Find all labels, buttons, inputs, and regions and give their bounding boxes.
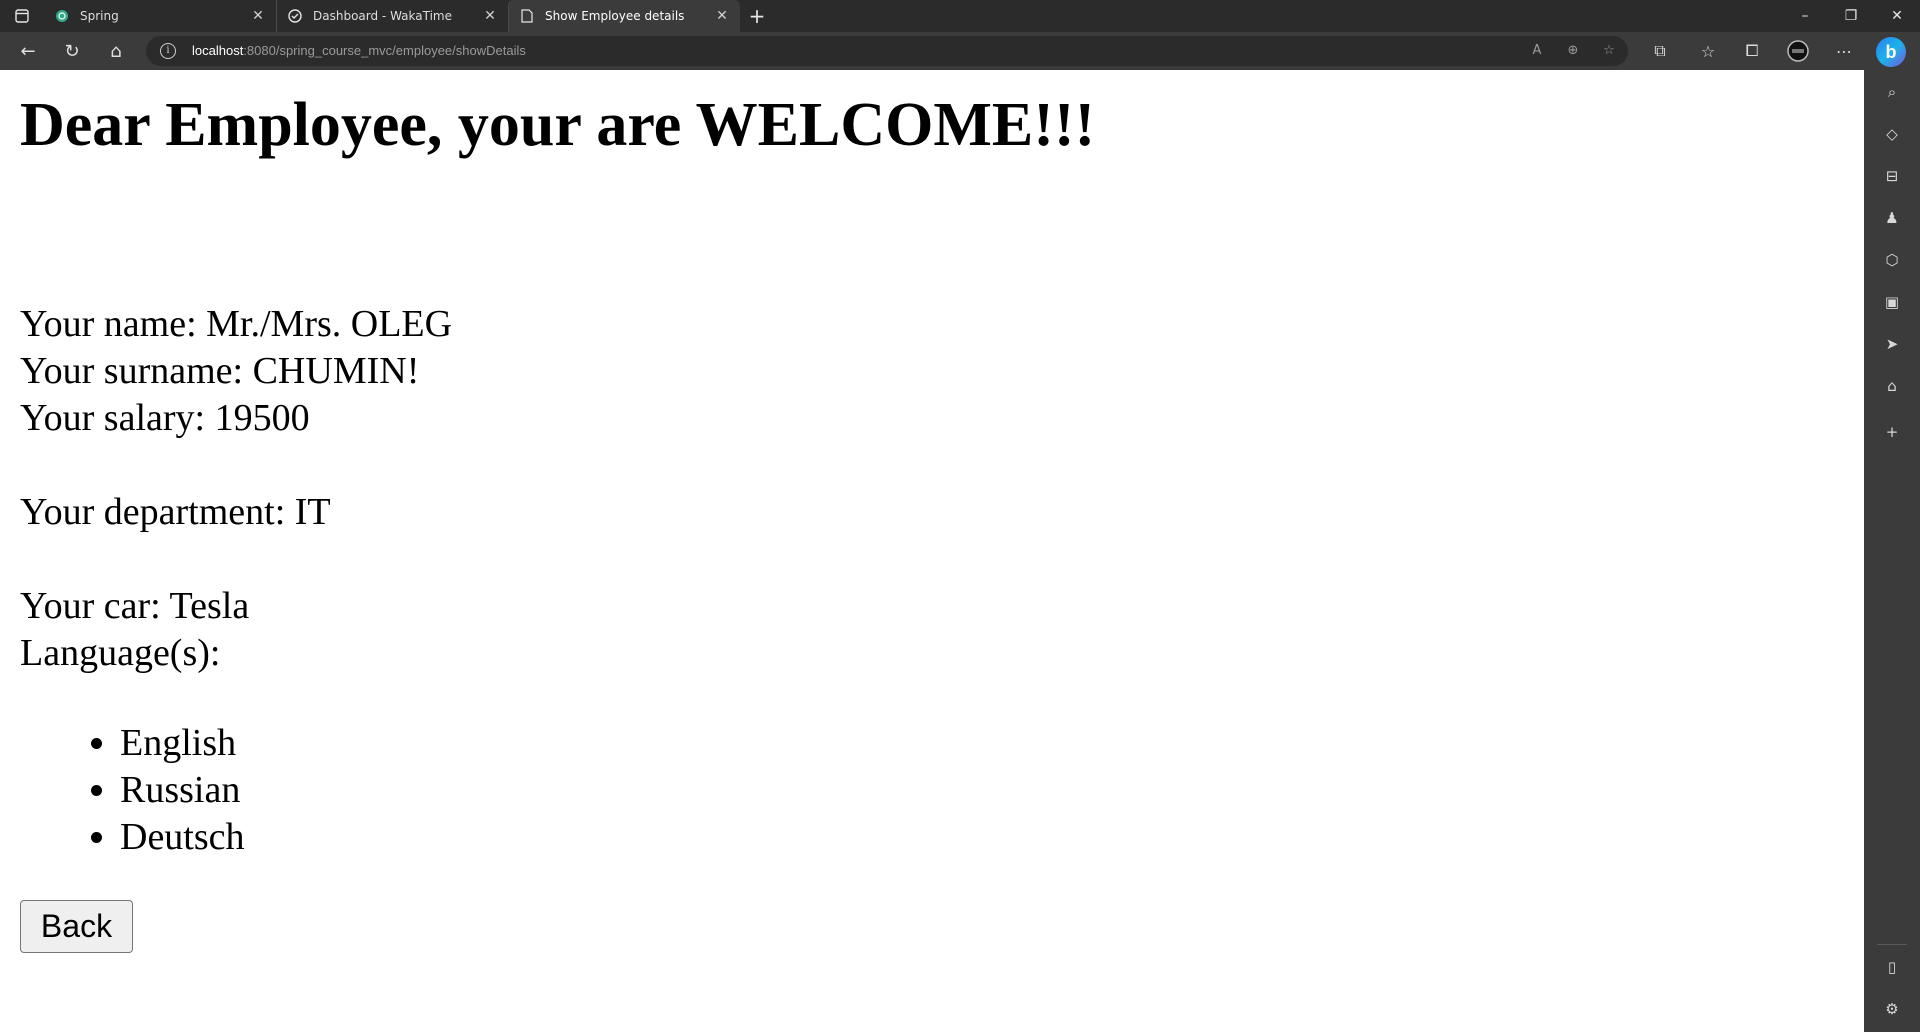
address-bar[interactable]: i localhost:8080/spring_course_mvc/emplo…: [146, 36, 1628, 66]
new-tab-icon[interactable]: +: [740, 0, 774, 32]
page-content: Dear Employee, your are WELCOME!!! Your …: [0, 70, 1864, 1032]
tab-spring[interactable]: Spring ✕: [44, 0, 276, 32]
languages-label: Language(s):: [20, 632, 221, 674]
read-aloud-icon[interactable]: A: [1526, 41, 1548, 61]
zoom-icon[interactable]: ⊕: [1562, 41, 1584, 61]
salary-line: Your salary: 19500: [20, 397, 310, 439]
tools-icon[interactable]: ⊟: [1878, 162, 1906, 190]
list-item: English: [120, 720, 245, 767]
name-line: Your name: Mr./Mrs. OLEG: [20, 303, 453, 345]
close-icon[interactable]: ✕: [714, 8, 730, 24]
tab-wakatime[interactable]: Dashboard - WakaTime ✕: [276, 0, 508, 32]
games-icon[interactable]: ♟: [1878, 204, 1906, 232]
tab-bar: Spring ✕ Dashboard - WakaTime ✕ Show Emp…: [0, 0, 1920, 32]
navigation-bar: ← ↻ ⌂ i localhost:8080/spring_course_mvc…: [0, 32, 1920, 70]
sidebar-divider: [1877, 944, 1907, 945]
profile-avatar[interactable]: [1784, 38, 1812, 64]
tab-actions-icon[interactable]: [0, 0, 44, 32]
copilot-icon[interactable]: b: [1876, 37, 1906, 67]
tab-title: Show Employee details: [545, 9, 685, 23]
site-info-icon[interactable]: i: [160, 43, 176, 59]
close-icon[interactable]: ✕: [482, 8, 498, 24]
hide-sidebar-icon[interactable]: ▯: [1878, 953, 1906, 981]
microsoft-365-icon[interactable]: ⬡: [1878, 246, 1906, 274]
add-favorite-icon[interactable]: ☆: [1598, 41, 1620, 61]
url-text[interactable]: localhost:8080/spring_course_mvc/employe…: [192, 43, 526, 58]
notifications-icon[interactable]: ⌂: [1878, 372, 1906, 400]
settings-icon[interactable]: ⚙: [1878, 995, 1906, 1023]
window-controls: – ❐ ✕: [1782, 0, 1920, 32]
refresh-icon[interactable]: ↻: [58, 38, 86, 64]
outlook-icon[interactable]: ▣: [1878, 288, 1906, 316]
extensions-icon[interactable]: ⧉: [1646, 38, 1674, 64]
restore-icon[interactable]: ❐: [1828, 0, 1874, 32]
list-item: Russian: [120, 767, 245, 814]
collections-icon[interactable]: ⧠: [1738, 38, 1766, 64]
list-item: Deutsch: [120, 814, 245, 861]
add-sidebar-app-icon[interactable]: +: [1878, 418, 1906, 446]
page-icon: [519, 8, 535, 24]
car-line: Your car: Tesla: [20, 585, 250, 627]
tab-title: Spring: [80, 9, 119, 23]
minimize-icon[interactable]: –: [1782, 0, 1828, 32]
wakatime-icon: [287, 8, 303, 24]
tab-title: Dashboard - WakaTime: [313, 9, 452, 23]
languages-list: English Russian Deutsch: [20, 720, 245, 861]
search-icon[interactable]: ⌕: [1878, 78, 1906, 106]
surname-line: Your surname: CHUMIN!: [20, 350, 420, 392]
close-window-icon[interactable]: ✕: [1874, 0, 1920, 32]
page-heading: Dear Employee, your are WELCOME!!!: [20, 91, 1096, 159]
back-button[interactable]: Back: [20, 900, 133, 953]
back-arrow-icon[interactable]: ←: [14, 38, 42, 64]
shopping-tag-icon[interactable]: ◇: [1878, 120, 1906, 148]
chatgpt-icon: [54, 8, 70, 24]
department-line: Your department: IT: [20, 491, 331, 533]
tab-show-employee-details[interactable]: Show Employee details ✕: [508, 0, 740, 32]
close-icon[interactable]: ✕: [250, 8, 266, 24]
home-icon[interactable]: ⌂: [102, 38, 130, 64]
more-options-icon[interactable]: ⋯: [1830, 38, 1858, 64]
drop-icon[interactable]: ➤: [1878, 330, 1906, 358]
favorites-icon[interactable]: ☆: [1694, 38, 1722, 64]
